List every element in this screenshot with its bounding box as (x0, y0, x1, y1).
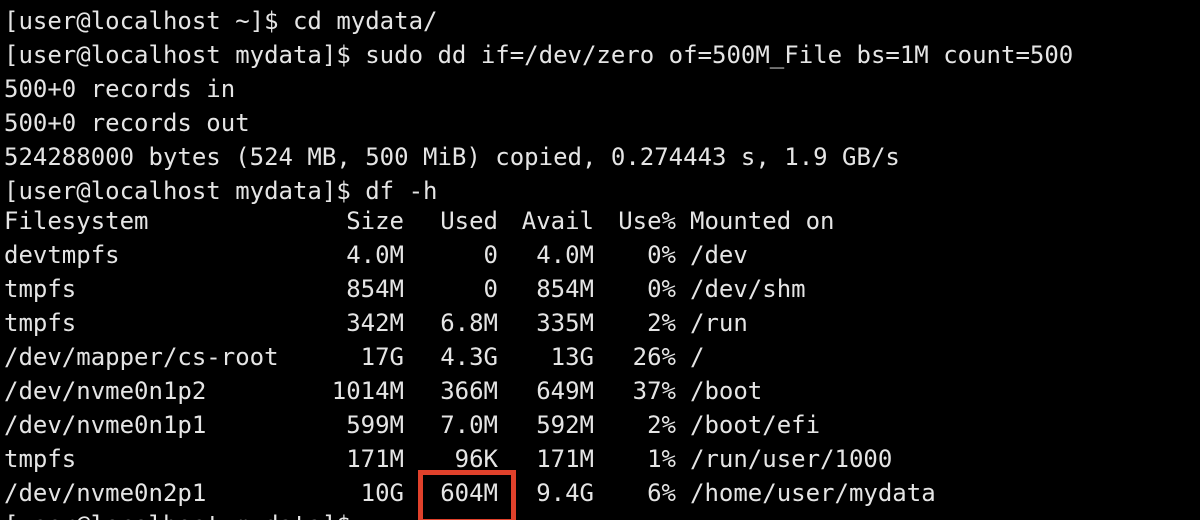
df-header-use-pct: Use% (618, 207, 676, 235)
df-cell-avail: 4.0M (536, 241, 594, 269)
terminal-window[interactable]: [user@localhost ~]$ cd mydata/ [user@loc… (0, 0, 1200, 520)
df-cell-mounted: / (690, 343, 705, 371)
df-cell-use-pct: 2% (647, 309, 676, 337)
df-cell-size: 342M (346, 309, 404, 337)
df-cell-size: 854M (346, 275, 404, 303)
df-row-mydata: /dev/nvme0n2p1 10G 604M 9.4G 6% /home/us… (0, 476, 1200, 510)
df-cell-mounted: /boot (690, 377, 763, 405)
df-cell-use-pct: 0% (647, 241, 676, 269)
df-cell-mounted: /dev (690, 241, 748, 269)
df-cell-avail: 592M (536, 411, 594, 439)
df-cell-used: 4.3G (440, 343, 498, 371)
df-cell-use-pct: 0% (647, 275, 676, 303)
df-output-table: Filesystem Size Used Avail Use% Mounted … (0, 204, 1200, 510)
df-cell-mounted: /home/user/mydata (690, 479, 936, 507)
df-cell-use-pct: 26% (632, 343, 676, 371)
df-row: tmpfs 342M 6.8M 335M 2% /run (0, 306, 1200, 340)
df-cell-avail: 171M (536, 445, 594, 473)
df-cell-filesystem: devtmpfs (4, 241, 120, 269)
df-cell-avail: 9.4G (536, 479, 594, 507)
df-cell-avail: 854M (536, 275, 594, 303)
df-cell-avail: 335M (536, 309, 594, 337)
df-header-size: Size (346, 207, 404, 235)
df-cell-size: 4.0M (346, 241, 404, 269)
output-records-in: 500+0 records in (4, 75, 236, 103)
df-cell-filesystem: /dev/mapper/cs-root (4, 343, 279, 371)
df-header-filesystem: Filesystem (4, 207, 149, 235)
df-cell-used: 96K (454, 445, 498, 473)
df-cell-size: 17G (360, 343, 404, 371)
df-row: /dev/mapper/cs-root 17G 4.3G 13G 26% / (0, 340, 1200, 374)
df-header-row: Filesystem Size Used Avail Use% Mounted … (0, 204, 1200, 238)
df-cell-mounted: /run/user/1000 (690, 445, 893, 473)
df-cell-use-pct: 6% (647, 479, 676, 507)
df-row: tmpfs 854M 0 854M 0% /dev/shm (0, 272, 1200, 306)
next-prompt-partial: [user@localhost mydata]$ (4, 508, 351, 520)
df-cell-avail: 13G (550, 343, 594, 371)
df-cell-use-pct: 1% (647, 445, 676, 473)
df-row: tmpfs 171M 96K 171M 1% /run/user/1000 (0, 442, 1200, 476)
df-cell-used-highlighted: 604M (440, 479, 498, 507)
df-cell-filesystem: tmpfs (4, 445, 77, 473)
df-cell-filesystem: /dev/nvme0n1p1 (4, 411, 207, 439)
df-row: /dev/nvme0n1p2 1014M 366M 649M 37% /boot (0, 374, 1200, 408)
df-cell-used: 0 (483, 241, 498, 269)
df-cell-filesystem: /dev/nvme0n1p2 (4, 377, 207, 405)
df-cell-avail: 649M (536, 377, 594, 405)
command-line-dd: [user@localhost mydata]$ sudo dd if=/dev… (4, 41, 1074, 69)
df-cell-mounted: /boot/efi (690, 411, 821, 439)
df-cell-mounted: /dev/shm (690, 275, 806, 303)
df-cell-used: 0 (483, 275, 498, 303)
df-cell-size: 10G (360, 479, 404, 507)
df-cell-filesystem: tmpfs (4, 275, 77, 303)
df-cell-used: 366M (440, 377, 498, 405)
df-cell-used: 7.0M (440, 411, 498, 439)
df-cell-use-pct: 2% (647, 411, 676, 439)
df-cell-filesystem: tmpfs (4, 309, 77, 337)
df-cell-size: 599M (346, 411, 404, 439)
df-header-mounted: Mounted on (690, 207, 835, 235)
output-bytes-copied: 524288000 bytes (524 MB, 500 MiB) copied… (4, 143, 900, 171)
command-line-df: [user@localhost mydata]$ df -h (4, 177, 438, 205)
command-line-cd: [user@localhost ~]$ cd mydata/ (4, 7, 438, 35)
df-cell-size: 171M (346, 445, 404, 473)
df-cell-filesystem: /dev/nvme0n2p1 (4, 479, 207, 507)
df-cell-size: 1014M (331, 377, 404, 405)
df-row: devtmpfs 4.0M 0 4.0M 0% /dev (0, 238, 1200, 272)
df-row: /dev/nvme0n1p1 599M 7.0M 592M 2% /boot/e… (0, 408, 1200, 442)
df-header-used: Used (440, 207, 498, 235)
df-cell-use-pct: 37% (632, 377, 676, 405)
df-header-avail: Avail (521, 207, 594, 235)
output-records-out: 500+0 records out (4, 109, 250, 137)
df-cell-mounted: /run (690, 309, 748, 337)
df-cell-used: 6.8M (440, 309, 498, 337)
